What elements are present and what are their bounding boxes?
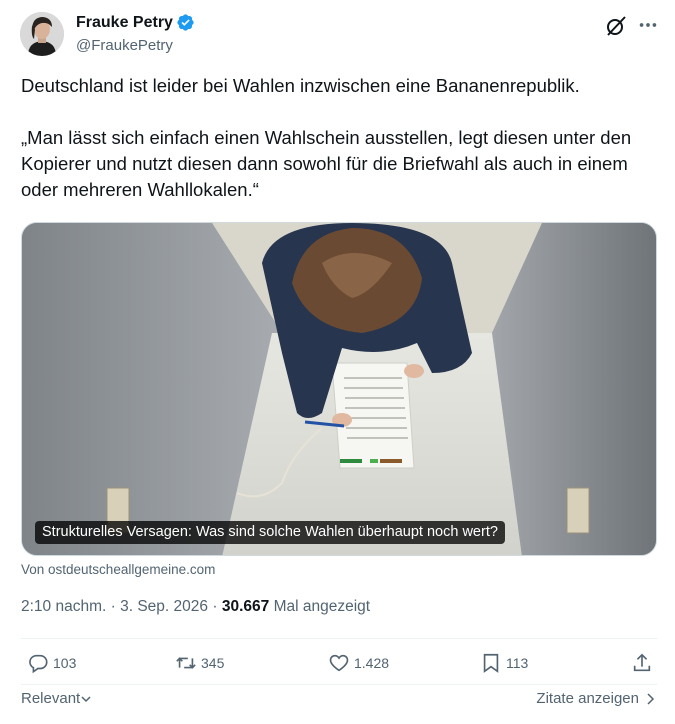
tweet-date[interactable]: 3. Sep. 2026 [120, 598, 208, 615]
bookmark-count: 113 [506, 655, 529, 671]
repost-count: 345 [201, 655, 225, 671]
chevron-right-icon [647, 692, 655, 705]
divider [21, 638, 657, 639]
view-quotes-link[interactable]: Zitate anzeigen [536, 690, 657, 707]
meta-separator: · [212, 598, 218, 615]
heart-icon [329, 654, 349, 672]
card-image [22, 223, 656, 555]
tweet-time[interactable]: 2:10 nachm. [21, 598, 106, 615]
tweet-text: Deutschland ist leider bei Wahlen inzwis… [21, 73, 657, 203]
repost-button[interactable]: 345 [175, 652, 224, 674]
reply-count: 103 [53, 655, 77, 671]
reply-button[interactable]: 103 [27, 652, 76, 674]
card-caption: Strukturelles Versagen: Was sind solche … [35, 521, 505, 544]
like-button[interactable]: 1.428 [328, 652, 389, 674]
chevron-down-icon [81, 695, 91, 702]
tweet-paragraph-1: Deutschland ist leider bei Wahlen inzwis… [21, 75, 580, 96]
quotes-label: Zitate anzeigen [536, 690, 639, 707]
repost-icon [176, 657, 196, 669]
view-label: Mal angezeigt [273, 598, 371, 615]
like-count: 1.428 [354, 655, 390, 671]
view-count: 30.667 [221, 598, 270, 615]
share-button[interactable] [631, 652, 653, 674]
sort-label: Relevant [21, 690, 81, 707]
divider [21, 684, 657, 685]
author-handle[interactable]: @FraukePetry [76, 37, 173, 54]
reply-icon [29, 654, 48, 674]
author-name[interactable]: Frauke Petry [76, 14, 173, 32]
avatar[interactable] [20, 12, 64, 56]
tweet-meta: 2:10 nachm. · 3. Sep. 2026 · 30.667 Mal … [21, 598, 370, 616]
link-card[interactable]: Strukturelles Versagen: Was sind solche … [21, 222, 657, 556]
meta-separator: · [110, 598, 116, 615]
tweet-paragraph-2: „Man lässt sich einfach einen Wahlschein… [21, 127, 632, 200]
sort-dropdown[interactable]: Relevant [21, 690, 92, 707]
tweet: Frauke Petry @FraukePetry Deutschland is… [0, 0, 675, 724]
grok-icon[interactable] [604, 14, 628, 38]
card-source[interactable]: Von ostdeutscheallgemeine.com [21, 562, 215, 577]
more-icon[interactable] [637, 14, 659, 36]
share-icon [633, 653, 651, 672]
verified-badge-icon [177, 14, 194, 31]
bookmark-button[interactable]: 113 [480, 652, 528, 674]
bookmark-icon [483, 653, 499, 673]
